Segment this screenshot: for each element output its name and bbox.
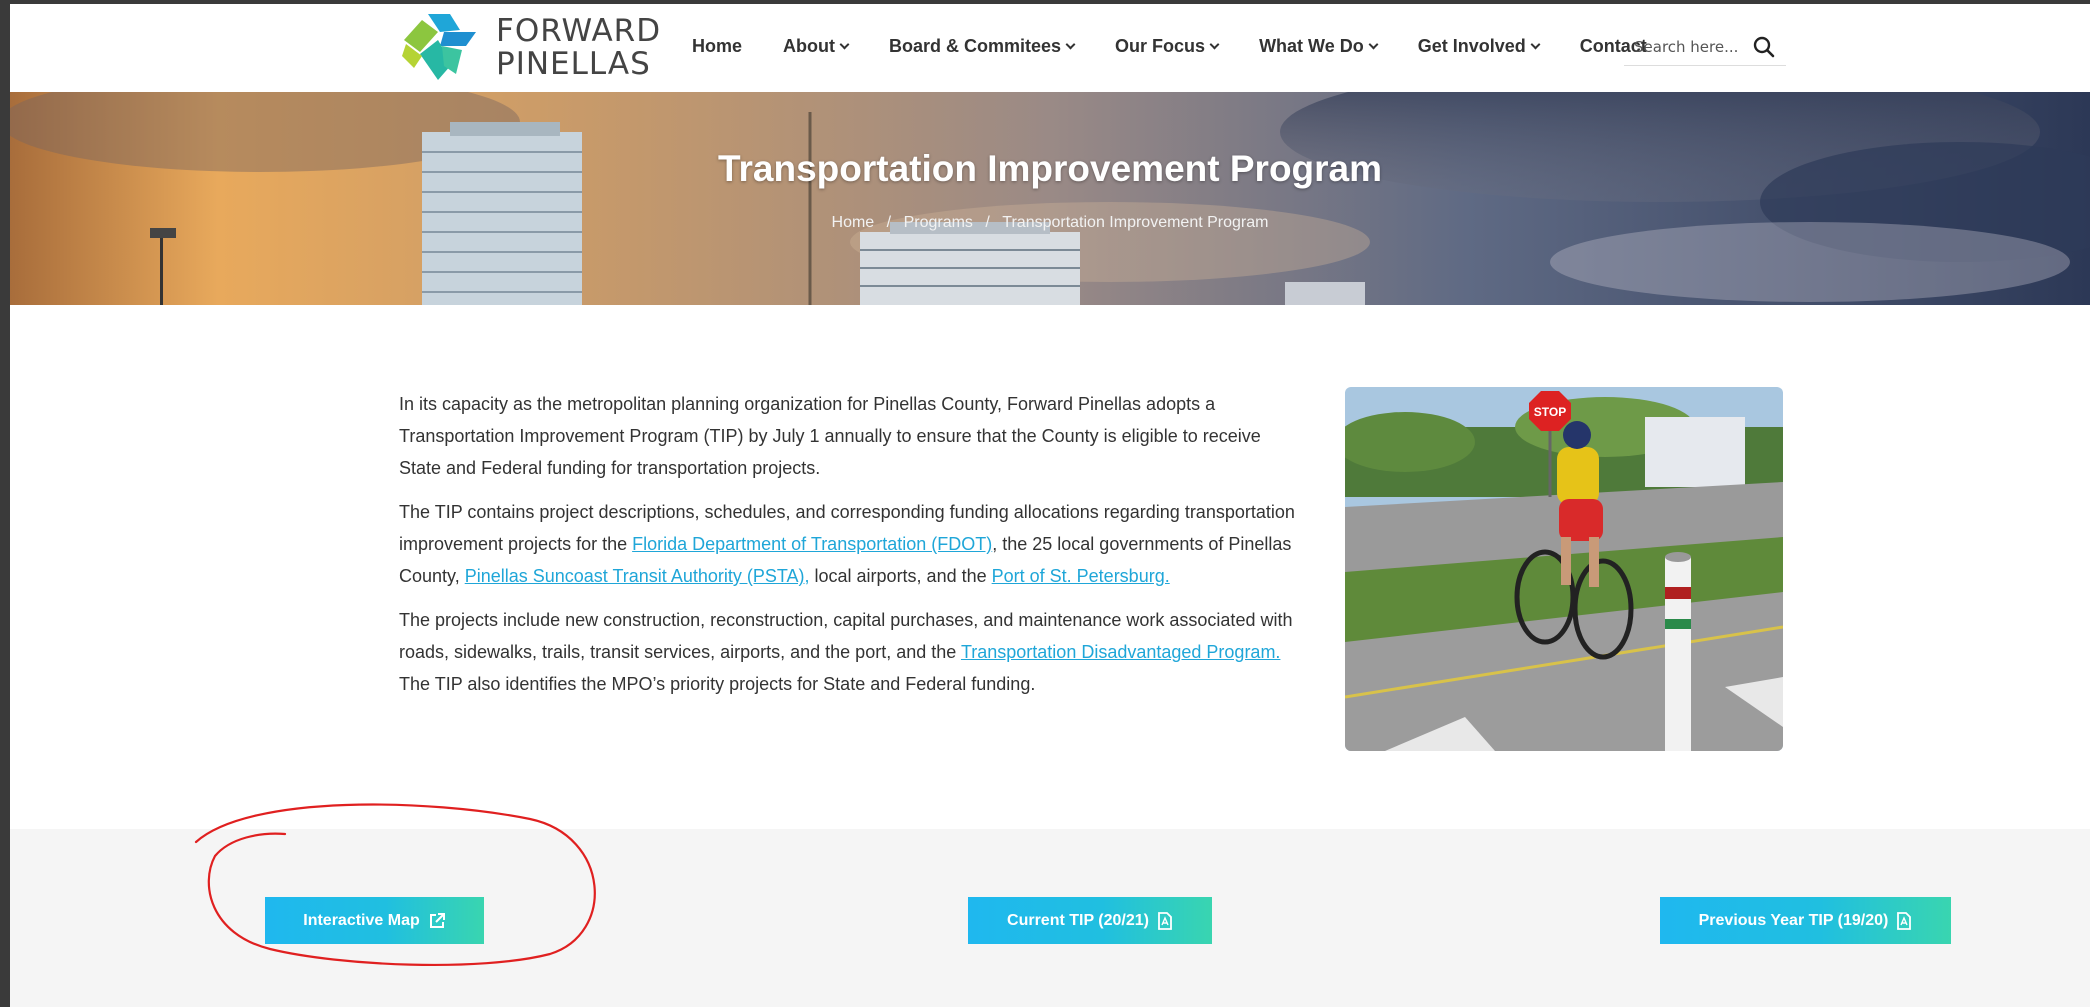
external-link-icon: [429, 912, 445, 928]
chevron-down-icon: [1368, 39, 1379, 49]
nav-our-focus[interactable]: Our Focus: [1115, 35, 1220, 57]
page: FORWARD PINELLAS Home About Board & Comm…: [10, 4, 2090, 1007]
paragraph-1: In its capacity as the metropolitan plan…: [399, 394, 1261, 478]
previous-year-tip-button-label: Previous Year TIP (19/20): [1698, 911, 1889, 929]
hero-skyline-image: [10, 92, 2090, 305]
site-header: FORWARD PINELLAS Home About Board & Comm…: [10, 4, 2090, 92]
current-tip-button[interactable]: Current TIP (20/21): [968, 897, 1212, 944]
breadcrumb-current: Transportation Improvement Program: [1002, 214, 1269, 231]
nav-what-we-do[interactable]: What We Do: [1259, 35, 1379, 57]
chevron-down-icon: [839, 39, 850, 49]
breadcrumb: Home / Programs / Transportation Improve…: [10, 214, 2090, 232]
breadcrumb-separator: /: [985, 214, 990, 231]
psta-link[interactable]: Pinellas Suncoast Transit Authority (PST…: [465, 566, 810, 586]
nav-get-involved[interactable]: Get Involved: [1417, 35, 1541, 57]
breadcrumb-programs[interactable]: Programs: [904, 214, 973, 231]
pdf-icon: [1897, 911, 1912, 930]
paragraph-3-text-b: The TIP also identifies the MPO’s priori…: [399, 674, 1036, 694]
nav-our-focus-label: Our Focus: [1115, 35, 1206, 56]
chevron-down-icon: [1065, 39, 1076, 49]
paragraph-2: The TIP contains project descriptions, s…: [399, 496, 1299, 592]
breadcrumb-home[interactable]: Home: [832, 214, 875, 231]
nav-home-label: Home: [692, 35, 743, 56]
logo-line-1: FORWARD: [496, 13, 662, 49]
content-text: In its capacity as the metropolitan plan…: [399, 388, 1299, 712]
nav-board-label: Board & Commitees: [889, 35, 1062, 56]
nav-about-label: About: [783, 35, 835, 56]
breadcrumb-separator: /: [886, 214, 892, 231]
cyclist-image: STOP: [1345, 387, 1783, 751]
page-title: Transportation Improvement Program: [717, 148, 1383, 189]
interactive-map-button[interactable]: Interactive Map: [265, 897, 484, 944]
search-icon: [1753, 36, 1775, 57]
nav-board[interactable]: Board & Commitees: [889, 35, 1076, 57]
td-program-link[interactable]: Transportation Disadvantaged Program.: [961, 642, 1281, 662]
search-box: [1624, 28, 1786, 66]
port-link[interactable]: Port of St. Petersburg.: [992, 566, 1170, 586]
chevron-down-icon: [1530, 39, 1541, 49]
stop-sign-text: STOP: [1534, 405, 1566, 419]
interactive-map-button-label: Interactive Map: [303, 911, 420, 929]
document-links-band: Interactive Map Current TIP (20/21) Prev…: [10, 829, 2090, 1007]
cyclist-photo: STOP: [1345, 387, 1783, 751]
logo-text: FORWARD PINELLAS: [496, 15, 661, 81]
paragraph-3: The projects include new construction, r…: [399, 604, 1299, 700]
paragraph-2-text-c: local airports, and the: [809, 566, 992, 586]
nav-get-involved-label: Get Involved: [1417, 35, 1526, 56]
logo-line-2: PINELLAS: [496, 46, 651, 82]
chevron-down-icon: [1209, 39, 1220, 49]
main-nav: Home About Board & Commitees Our Focus W…: [692, 26, 1688, 66]
logo-mark-icon: [402, 14, 476, 80]
site-logo[interactable]: FORWARD PINELLAS: [400, 10, 660, 86]
nav-home[interactable]: Home: [692, 36, 742, 57]
search-button[interactable]: [1749, 32, 1779, 62]
fdot-link[interactable]: Florida Department of Transportation (FD…: [632, 534, 992, 554]
hero-banner: Transportation Improvement Program Home …: [10, 92, 2090, 305]
current-tip-button-label: Current TIP (20/21): [1007, 911, 1149, 929]
nav-what-we-do-label: What We Do: [1259, 35, 1364, 56]
pdf-icon: [1158, 911, 1172, 930]
nav-about[interactable]: About: [783, 35, 850, 57]
search-input[interactable]: [1624, 37, 1749, 56]
previous-year-tip-button[interactable]: Previous Year TIP (19/20): [1660, 897, 1951, 944]
